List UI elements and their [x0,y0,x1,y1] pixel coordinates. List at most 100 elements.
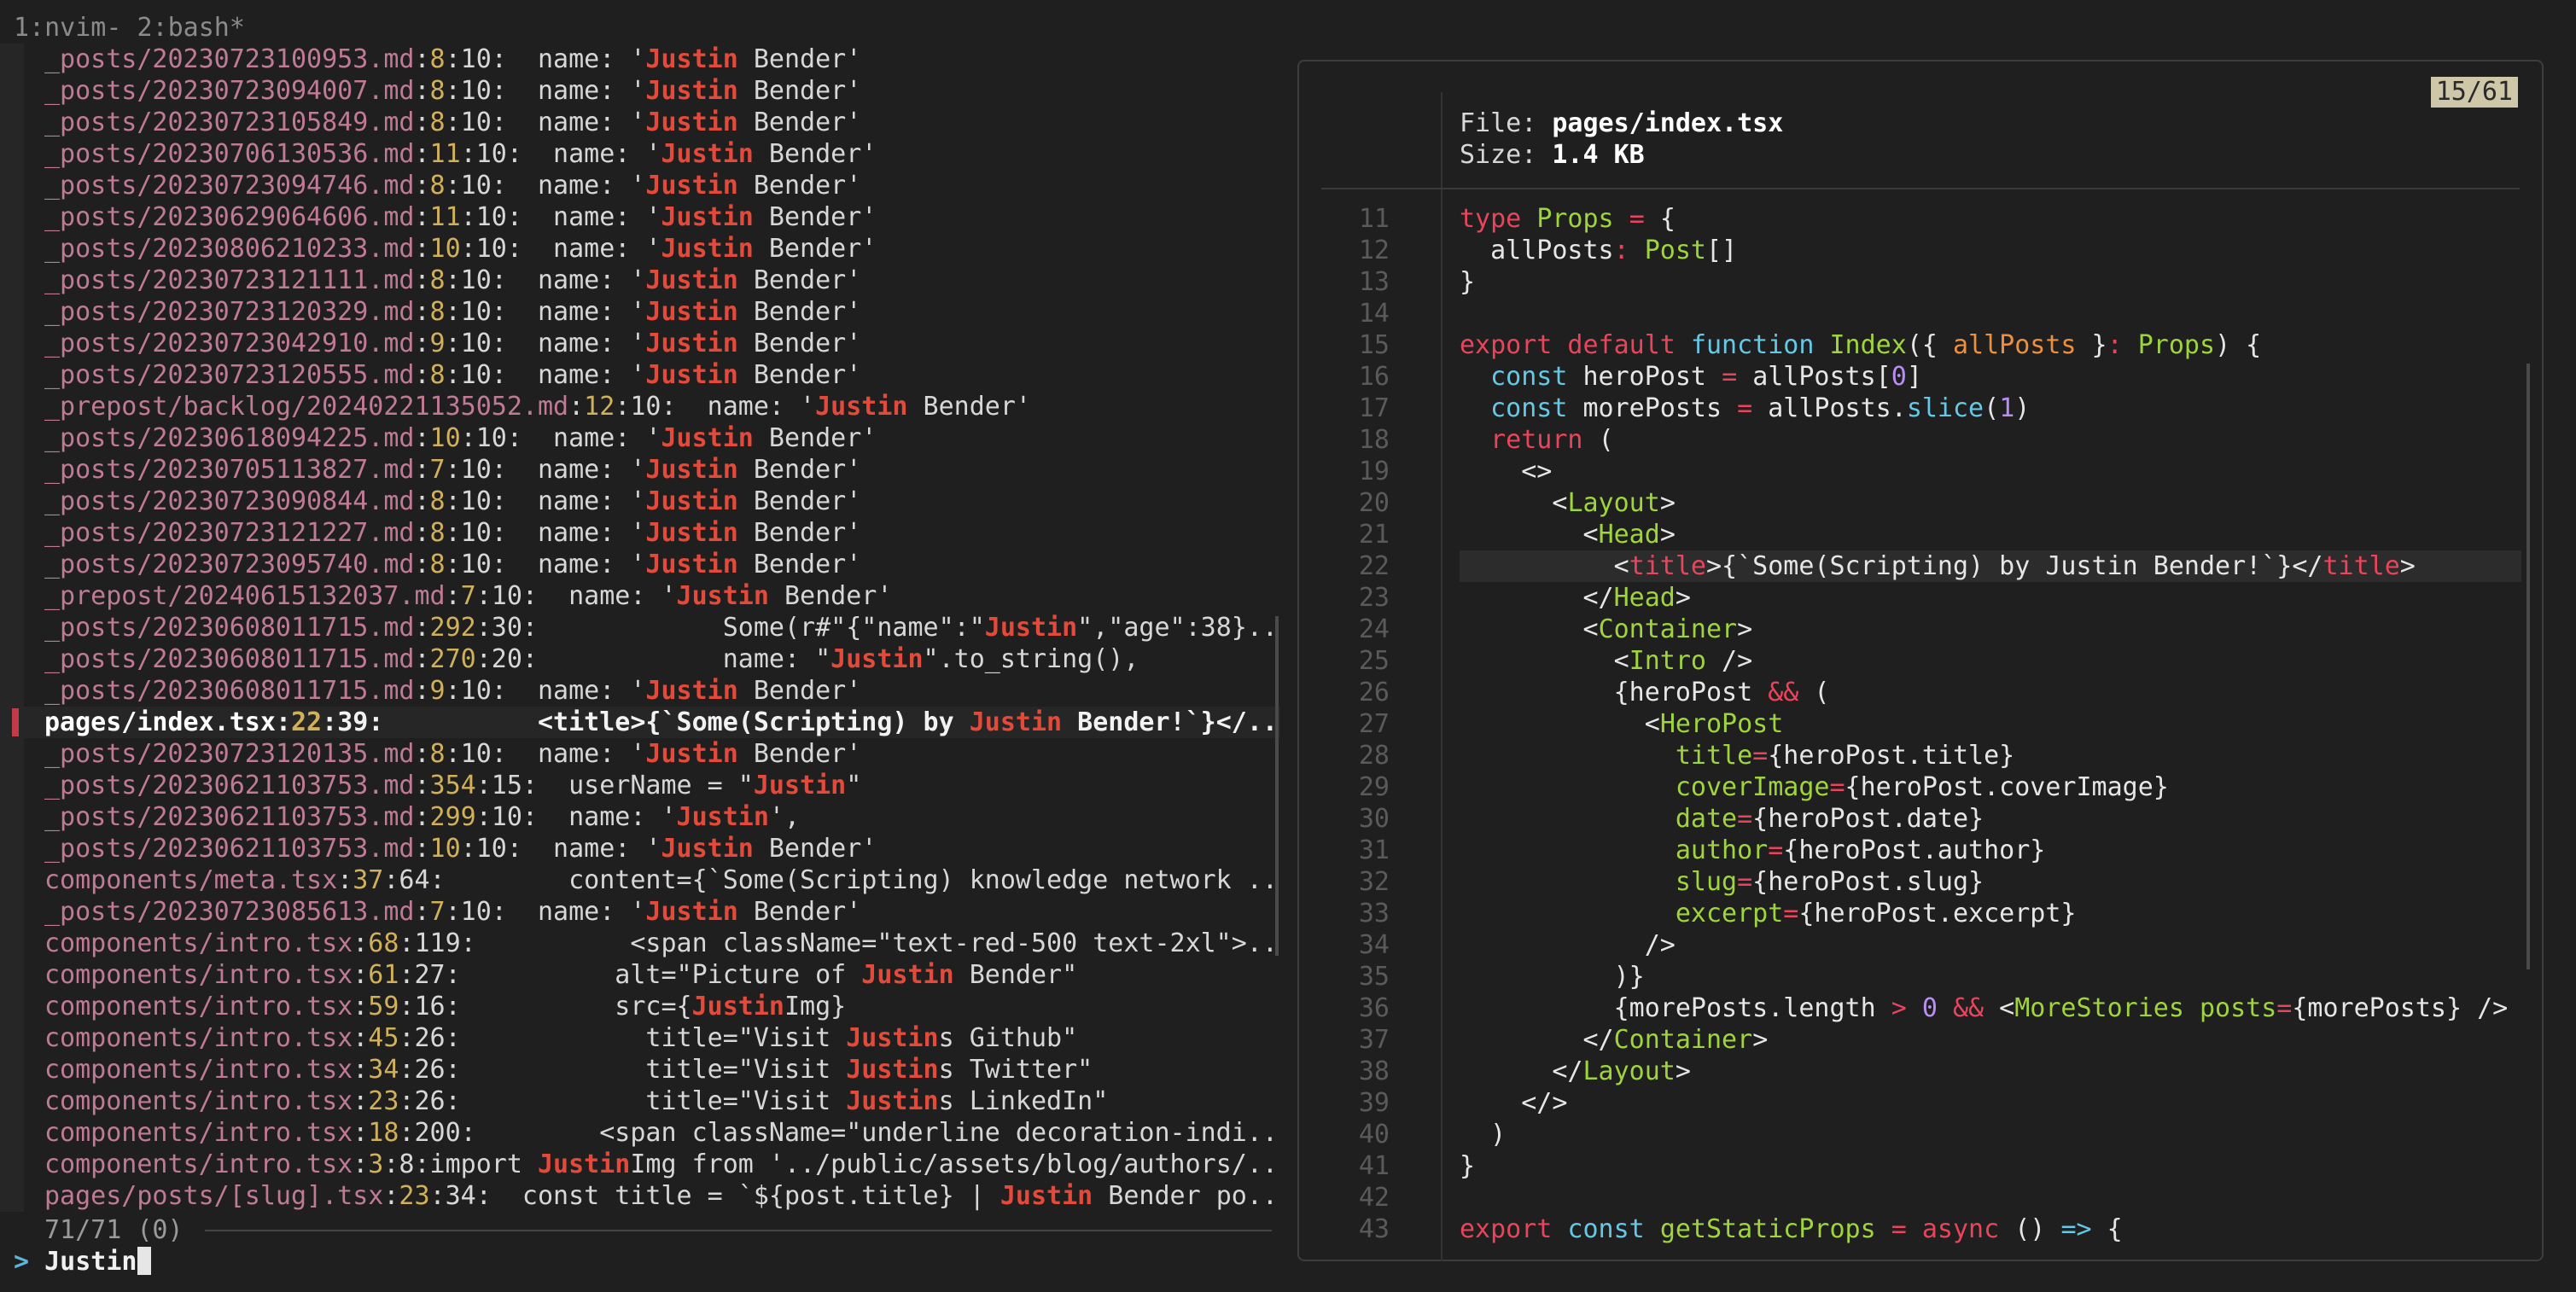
code-line-current: 22 <title>{`Some(Scripting) by Justin Be… [1323,550,2521,582]
result-path: _posts/20230705113827.md [44,455,415,485]
result-row[interactable]: components/intro.tsx:68:119: <span class… [0,928,1280,959]
result-col: 10 [460,455,492,485]
result-row[interactable]: _posts/20230723085613.md:7:10: name: 'Ju… [0,896,1280,928]
result-row[interactable]: _posts/20230723090844.md:8:10: name: 'Ju… [0,486,1280,517]
separator: : [414,455,430,485]
result-row[interactable]: _posts/20230705113827.md:7:10: name: 'Ju… [0,454,1280,486]
result-col: 10 [460,518,492,548]
result-row[interactable]: _posts/20230621103753.md:299:10: name: '… [0,801,1280,833]
result-col: 15 [491,771,522,800]
result-prefix: :import [414,1149,538,1179]
match-highlight: Justin [645,108,738,137]
search-input[interactable]: Justin [44,1247,137,1277]
result-row[interactable]: _posts/20230723120329.md:8:10: name: 'Ju… [0,296,1280,328]
result-row[interactable]: components/intro.tsx:18:200: <span class… [0,1117,1280,1149]
preview-scrollbar[interactable] [2526,364,2530,969]
result-row[interactable]: pages/posts/[slug].tsx:23:34: const titl… [0,1180,1280,1212]
code-token: slice [1906,393,1984,423]
result-row[interactable]: components/intro.tsx:61:27: alt="Picture… [0,959,1280,991]
result-suffix: Bender' [737,739,862,769]
result-row[interactable]: _prepost/backlog/20240221135052.md:12:10… [0,391,1280,422]
result-row[interactable]: _posts/20230723120135.md:8:10: name: 'Ju… [0,738,1280,770]
result-row[interactable]: _prepost/20240615132037.md:7:10: name: '… [0,580,1280,612]
code-token: : [1613,236,1645,265]
code-token: title [1629,551,1706,581]
code-token: export default [1460,330,1691,360]
result-path: _posts/20230723105849.md [44,108,415,137]
line-content: <Container> [1460,614,1752,645]
match-counter: 71/71 (0) [44,1215,184,1245]
result-row[interactable]: components/intro.tsx:45:26: title="Visit… [0,1022,1280,1054]
tmux-window-list[interactable]: 1:nvim- 2:bash* [14,12,245,44]
result-row[interactable]: _posts/20230608011715.md:270:20: name: "… [0,643,1280,675]
result-row[interactable]: _posts/20230723094007.md:8:10: name: 'Ju… [0,75,1280,107]
row-gutter [0,770,24,801]
match-highlight: Justin [661,834,754,864]
line-content: </> [1460,1087,1567,1119]
result-text: _posts/20230806210233.md:10:10: name: 'J… [44,233,877,265]
search-prompt[interactable]: > Justin [14,1246,151,1277]
result-path: _posts/20230723094746.md [44,171,415,201]
code-token: < [1460,614,1599,644]
result-col: 26 [414,1023,446,1053]
result-suffix: Bender' [737,76,862,106]
result-col: 26 [414,1086,446,1116]
result-text: _prepost/backlog/20240221135052.md:12:10… [44,391,1031,422]
separator: : [414,423,430,453]
result-row[interactable]: _posts/20230621103753.md:10:10: name: 'J… [0,833,1280,864]
result-path: _posts/20230723121227.md [44,518,415,548]
row-gutter [0,454,24,486]
result-row[interactable]: components/intro.tsx:34:26: title="Visit… [0,1054,1280,1085]
result-row[interactable]: _posts/20230723121227.md:8:10: name: 'Ju… [0,517,1280,549]
preview-pane[interactable]: 15/61 File: pages/index.tsx Size: 1.4 KB… [1297,60,2544,1261]
result-row[interactable]: components/meta.tsx:37:64: content={`Som… [0,864,1280,896]
result-row[interactable]: components/intro.tsx:23:26: title="Visit… [0,1085,1280,1117]
result-text: _prepost/20240615132037.md:7:10: name: '… [44,580,892,612]
result-row[interactable]: _posts/20230723042910.md:9:10: name: 'Ju… [0,328,1280,359]
line-number: 30 [1358,804,1390,834]
result-suffix: Bender' [737,44,862,74]
file-path: pages/index.tsx [1552,108,1784,138]
result-path: _posts/20230723085613.md [44,897,415,927]
result-row[interactable]: components/intro.tsx:59:16: src={JustinI… [0,991,1280,1022]
result-row[interactable]: _posts/20230618094225.md:10:10: name: 'J… [0,422,1280,454]
result-suffix: Bender' [737,518,862,548]
result-path: _posts/20230723100953.md [44,44,415,74]
result-prefix: : name: ' [491,518,646,548]
result-col: 30 [491,613,522,643]
match-highlight: Justin [753,771,847,800]
result-row[interactable]: _posts/20230621103753.md:354:15: userNam… [0,770,1280,801]
row-gutter [0,1022,24,1054]
result-row[interactable]: _posts/20230723105849.md:8:10: name: 'Ju… [0,107,1280,138]
result-row[interactable]: _posts/20230608011715.md:9:10: name: 'Ju… [0,675,1280,707]
code-token: return [1460,425,1599,455]
result-row[interactable]: components/intro.tsx:3:8:import JustinIm… [0,1149,1280,1180]
result-row[interactable]: _posts/20230806210233.md:10:10: name: 'J… [0,233,1280,265]
results-scrollbar[interactable] [1275,616,1279,956]
result-row[interactable]: _posts/20230723095740.md:8:10: name: 'Ju… [0,549,1280,580]
result-suffix: Bender' [737,550,862,579]
result-text: _posts/20230629064606.md:11:10: name: 'J… [44,201,877,233]
result-row[interactable]: _posts/20230608011715.md:292:30: Some(r#… [0,612,1280,643]
row-gutter [0,486,24,517]
row-gutter [0,612,24,643]
result-line: 354 [429,771,476,800]
code-line: 37 </Container> [1323,1024,2518,1056]
result-suffix: Bender' [753,202,877,232]
line-number: 40 [1358,1120,1390,1149]
result-suffix: Img from '../public/assets/blog/authors/… [630,1149,1278,1179]
separator: : [353,1086,369,1116]
result-row[interactable]: _posts/20230706130536.md:11:10: name: 'J… [0,138,1280,170]
result-row[interactable]: _posts/20230723121111.md:8:10: name: 'Ju… [0,265,1280,296]
result-row[interactable]: _posts/20230629064606.md:11:10: name: 'J… [0,201,1280,233]
separator: : [337,865,353,895]
result-row[interactable]: _posts/20230723120555.md:8:10: name: 'Ju… [0,359,1280,391]
code-token: 1 [1999,393,2015,423]
code-token: && [1952,993,2000,1023]
result-suffix: ","age":38}.. [1077,613,1278,643]
result-row[interactable]: _posts/20230723094746.md:8:10: name: 'Ju… [0,170,1280,201]
result-row[interactable]: _posts/20230723100953.md:8:10: name: 'Ju… [0,44,1280,75]
result-row-selected[interactable]: pages/index.tsx:22:39: <title>{`Some(Scr… [0,707,1280,738]
code-token: Props [2137,330,2216,360]
result-path: components/intro.tsx [44,928,353,958]
